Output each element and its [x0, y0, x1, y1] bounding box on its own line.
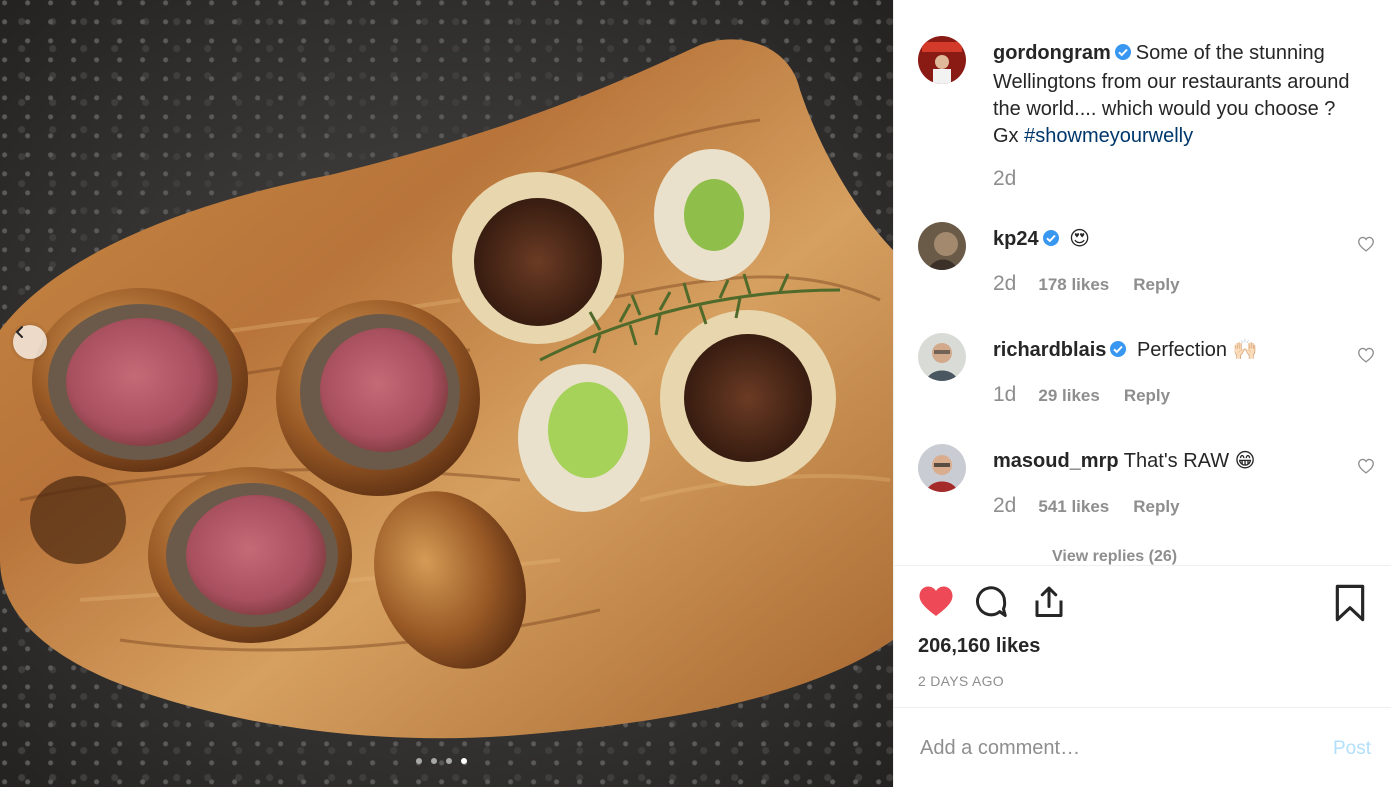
avatar-image — [918, 333, 966, 381]
comment-input[interactable] — [918, 736, 1302, 761]
avatar-image — [918, 444, 966, 492]
reply-button[interactable]: Reply — [1124, 386, 1170, 406]
comment-username[interactable]: kp24 — [993, 228, 1039, 250]
carousel-dot-active[interactable] — [461, 758, 467, 764]
share-icon[interactable] — [1031, 584, 1067, 625]
comment-likes[interactable]: 29 likes — [1038, 386, 1099, 406]
avatar[interactable] — [918, 222, 966, 270]
caption-hashtag[interactable]: #showmeyourwelly — [1024, 125, 1193, 147]
comment-meta: 2d 178 likes Reply — [993, 272, 1180, 296]
comment-like-heart-icon[interactable] — [1357, 236, 1375, 257]
heart-icon[interactable] — [918, 584, 954, 623]
reply-button[interactable]: Reply — [1133, 497, 1179, 517]
post-comment-button[interactable]: Post — [1333, 738, 1371, 760]
caption-meta: 2d — [993, 167, 1038, 191]
carousel-dots — [416, 758, 467, 764]
comment-thread[interactable]: gordongram Some of the stunning Wellingto… — [894, 0, 1391, 565]
caption-age[interactable]: 2d — [993, 167, 1016, 191]
comment-text: richardblais Perfection 🙌🏻 — [993, 337, 1353, 366]
comment-age[interactable]: 1d — [993, 383, 1016, 407]
avatar[interactable] — [918, 444, 966, 492]
comment-body: Perfection 🙌🏻 — [1136, 339, 1258, 361]
comment-text: kp24 😍 — [993, 226, 1353, 255]
comment-username[interactable]: richardblais — [993, 339, 1106, 361]
carousel-dot[interactable] — [446, 758, 452, 764]
avatar[interactable] — [918, 36, 966, 84]
carousel-prev-button[interactable] — [13, 325, 47, 359]
carousel-dot[interactable] — [416, 758, 422, 764]
likes-count[interactable]: 206,160 likes — [918, 635, 1040, 658]
avatar-image — [918, 36, 966, 84]
post-actions: 206,160 likes 2 DAYS AGO — [894, 565, 1391, 689]
post-date[interactable]: 2 DAYS AGO — [918, 673, 1004, 689]
comment-age[interactable]: 2d — [993, 272, 1016, 296]
view-replies-link[interactable]: View replies (26) — [1052, 548, 1177, 565]
comment-text: masoud_mrp That's RAW 😁 — [993, 448, 1353, 475]
post-side-panel: gordongram Some of the stunning Wellingto… — [893, 0, 1391, 787]
photo-illustration — [0, 39, 893, 739]
comment-like-heart-icon[interactable] — [1357, 458, 1375, 479]
carousel-dot[interactable] — [431, 758, 437, 764]
comment-likes[interactable]: 178 likes — [1038, 275, 1109, 295]
comment-username[interactable]: masoud_mrp — [993, 450, 1119, 472]
comment-likes[interactable]: 541 likes — [1038, 497, 1109, 517]
caption-username[interactable]: gordongram — [993, 42, 1111, 64]
comment-box: Post — [894, 707, 1391, 788]
avatar[interactable] — [918, 333, 966, 381]
action-icons — [918, 584, 1368, 624]
comment-meta: 1d 29 likes Reply — [993, 383, 1170, 407]
verified-badge-icon — [1109, 339, 1127, 366]
comment-like-heart-icon[interactable] — [1357, 347, 1375, 368]
comment-age[interactable]: 2d — [993, 494, 1016, 518]
instagram-post: gordongram Some of the stunning Wellingto… — [0, 0, 1391, 787]
chevron-left-icon — [15, 326, 23, 338]
reply-button[interactable]: Reply — [1133, 275, 1179, 295]
verified-badge-icon — [1042, 228, 1060, 255]
comment-body: That's RAW 😁 — [1123, 450, 1256, 472]
avatar-image — [918, 222, 966, 270]
post-photo[interactable] — [0, 0, 893, 787]
comment-body: 😍 — [1069, 228, 1091, 250]
bookmark-icon[interactable] — [1334, 584, 1366, 627]
verified-badge-icon — [1114, 42, 1132, 69]
comment-icon[interactable] — [973, 584, 1009, 625]
caption-text: gordongram Some of the stunning Wellingto… — [993, 40, 1353, 150]
comment-meta: 2d 541 likes Reply — [993, 494, 1180, 518]
